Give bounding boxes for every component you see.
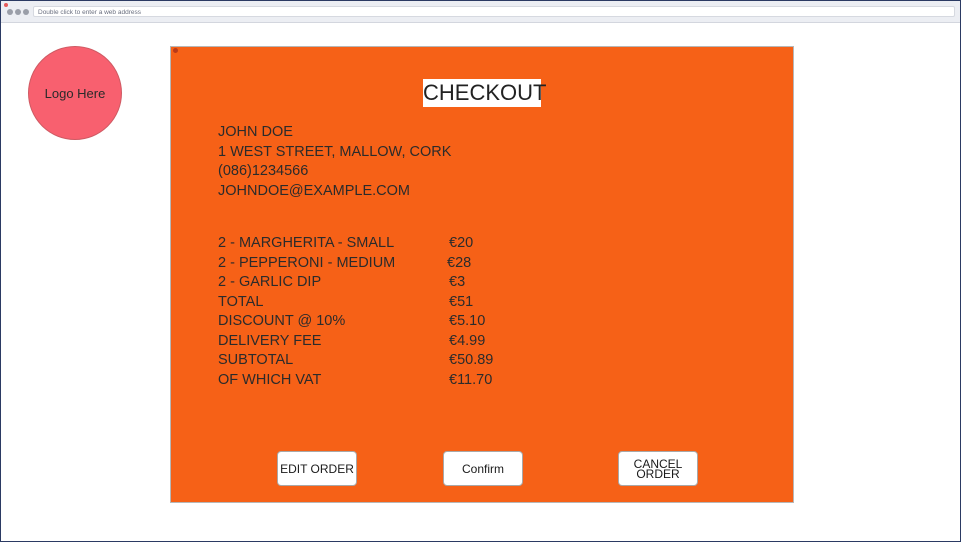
order-line: 2 - MARGHERITA - SMALL €20 [218, 234, 578, 254]
subtotal-label: SUBTOTAL [218, 352, 294, 368]
order-line: 2 - PEPPERONI - MEDIUM €28 [218, 254, 578, 274]
order-line-price: €28 [447, 254, 472, 271]
browser-window: Double click to enter a web address Logo… [0, 0, 961, 542]
checkout-panel: CHECKOUT JOHN DOE 1 WEST STREET, MALLOW,… [170, 46, 794, 503]
page-title: CHECKOUT [423, 79, 547, 107]
vat-label: OF WHICH VAT [218, 371, 322, 388]
window-control-icon[interactable] [7, 9, 13, 15]
vat-row: OF WHICH VAT €11.70 [218, 371, 578, 391]
red-dot-icon [4, 3, 8, 7]
browser-toolbar: Double click to enter a web address [1, 1, 960, 23]
window-control-icon[interactable] [15, 9, 21, 15]
order-line-label: 2 - PEPPERONI - MEDIUM [218, 254, 396, 271]
discount-value: €5.10 [449, 313, 486, 329]
order-line-price: €3 [449, 274, 466, 290]
edit-order-button[interactable]: EDIT ORDER [277, 451, 357, 486]
order-line-price: €20 [449, 235, 474, 251]
subtotal-row: SUBTOTAL €50.89 [218, 351, 578, 371]
customer-email: JOHNDOE@EXAMPLE.COM [218, 182, 410, 199]
cancel-order-button[interactable]: CANCEL ORDER [618, 451, 698, 486]
order-summary: 2 - MARGHERITA - SMALL €20 2 - PEPPERONI… [218, 234, 578, 390]
customer-name: JOHN DOE [218, 124, 293, 140]
discount-row: DISCOUNT @ 10% €5.10 [218, 312, 578, 332]
discount-label: DISCOUNT @ 10% [218, 313, 346, 329]
panel-corner-dot-icon [173, 48, 178, 53]
customer-phone: (086)1234566 [218, 163, 309, 179]
delivery-fee-row: DELIVERY FEE €4.99 [218, 332, 578, 352]
delivery-fee-value: €4.99 [449, 332, 486, 349]
vat-value: €11.70 [449, 371, 493, 388]
order-line: 2 - GARLIC DIP €3 [218, 273, 578, 293]
order-line-label: 2 - MARGHERITA - SMALL [218, 235, 395, 251]
total-value: €51 [449, 293, 474, 310]
confirm-button[interactable]: Confirm [443, 451, 523, 486]
window-control-icon[interactable] [23, 9, 29, 15]
order-line-label: 2 - GARLIC DIP [218, 274, 322, 290]
subtotal-value: €50.89 [449, 352, 494, 368]
order-total-row: TOTAL €51 [218, 293, 578, 313]
customer-address: 1 WEST STREET, MALLOW, CORK [218, 143, 452, 160]
logo-placeholder: Logo Here [28, 46, 122, 140]
logo-label: Logo Here [44, 85, 106, 101]
total-label: TOTAL [218, 293, 264, 310]
customer-details: JOHN DOE 1 WEST STREET, MALLOW, CORK (08… [218, 123, 451, 201]
delivery-fee-label: DELIVERY FEE [218, 332, 322, 349]
address-bar[interactable]: Double click to enter a web address [33, 6, 955, 17]
